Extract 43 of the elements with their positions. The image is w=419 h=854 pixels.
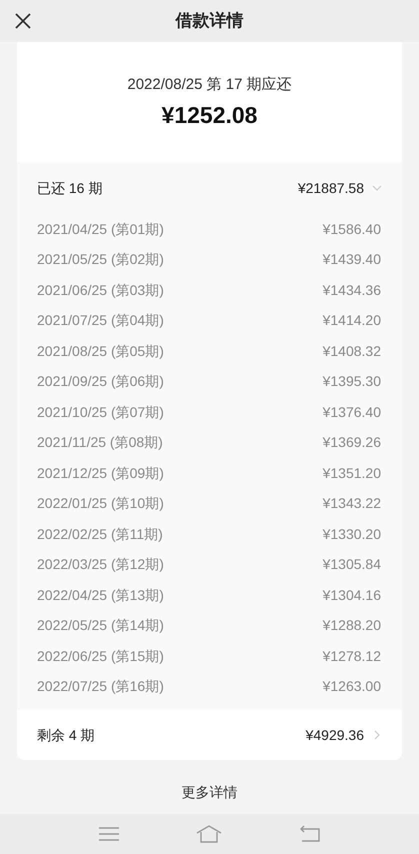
installment-date: 2022/04/25 (第13期): [37, 586, 164, 605]
installment-date: 2021/05/25 (第02期): [37, 250, 164, 270]
installment-date: 2021/04/25 (第01期): [37, 220, 164, 239]
installment-amount: ¥1351.20: [322, 464, 381, 483]
due-label: 2022/08/25 第 17 期应还: [127, 74, 292, 94]
installment-amount: ¥1343.22: [322, 494, 381, 514]
installment-date: 2021/10/25 (第07期): [37, 402, 164, 422]
installment-date: 2021/06/25 (第03期): [37, 280, 164, 300]
installment-amount: ¥1434.36: [322, 280, 381, 300]
installment-amount: ¥1288.20: [322, 616, 381, 636]
installment-date: 2022/02/25 (第11期): [37, 524, 163, 544]
chevron-icon: [372, 730, 382, 740]
installment-date: 2021/11/25 (第08期): [37, 433, 163, 452]
installment-date: 2022/06/25 (第15期): [37, 646, 164, 666]
installment-amount: ¥1330.20: [322, 524, 381, 544]
installment-date: 2022/01/25 (第10期): [37, 494, 164, 514]
installment-amount: ¥1263.00: [322, 677, 381, 696]
chevron-icon: [372, 183, 382, 193]
installment-date: 2021/09/25 (第06期): [37, 372, 164, 392]
home-icon[interactable]: [195, 825, 224, 843]
installment-date: 2021/08/25 (第05期): [37, 342, 164, 361]
installment-amount: ¥1305.84: [322, 555, 381, 574]
menu-icon[interactable]: [98, 826, 120, 842]
installment-amount: ¥1278.12: [322, 646, 381, 666]
page-title: 借款详情: [176, 10, 244, 32]
installment-date: 2021/07/25 (第04期): [37, 311, 164, 330]
installment-date: 2022/07/25 (第16期): [37, 677, 164, 696]
installment-amount: ¥1376.40: [322, 402, 381, 422]
installment-amount: ¥1304.16: [322, 586, 381, 605]
more-details-link[interactable]: 更多详情: [182, 782, 238, 803]
installment-amount: ¥1395.30: [322, 372, 381, 392]
installment-amount: ¥1369.26: [322, 433, 381, 452]
installment-amount: ¥1586.40: [322, 220, 381, 239]
paid-summary-row[interactable]: 已还 16 期 ¥21887.58: [17, 162, 402, 214]
installment-date: 2022/03/25 (第12期): [37, 555, 164, 574]
installment-amount: ¥1408.32: [322, 342, 381, 361]
due-amount: ¥1252.08: [162, 101, 258, 130]
installment-amount: ¥1439.40: [322, 250, 381, 270]
back-icon[interactable]: [299, 825, 322, 843]
installment-date: 2021/12/25 (第09期): [37, 464, 164, 483]
installment-date: 2022/05/25 (第14期): [37, 616, 164, 636]
close-icon: [14, 12, 32, 30]
installment-amount: ¥1414.20: [322, 311, 381, 330]
